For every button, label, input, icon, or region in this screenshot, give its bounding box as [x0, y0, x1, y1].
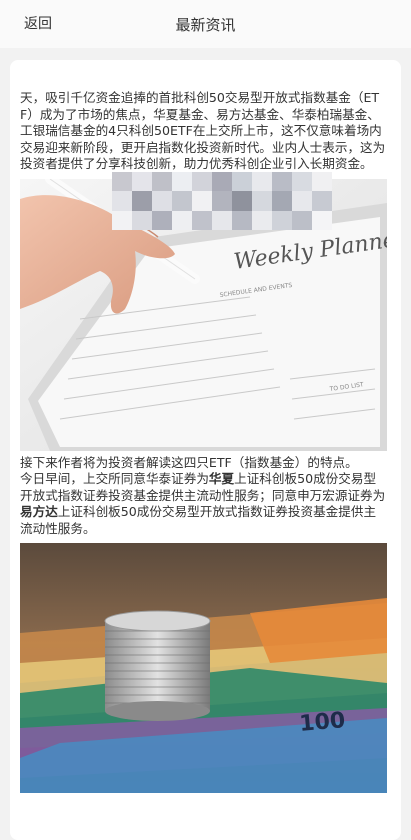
banknote-number-text: 100	[298, 708, 346, 737]
article-content: 天，吸引千亿资金追捧的首批科创50交易型开放式指数基金（ETF）成为了市场的焦点…	[20, 90, 388, 793]
article-card: 天，吸引千亿资金追捧的首批科创50交易型开放式指数基金（ETF）成为了市场的焦点…	[10, 60, 401, 840]
article-paragraph-3: 今日早间，上交所同意华泰证券为华夏上证科创板50成份交易型开放式指数证券投资基金…	[20, 471, 386, 536]
article-paragraph-2: 接下来作者将为投资者解读这四只ETF（指数基金）的特点。	[20, 454, 358, 470]
coins-banknotes-photo: 100	[20, 543, 387, 793]
blurred-mosaic	[112, 172, 332, 230]
back-button[interactable]: 返回	[24, 0, 52, 48]
article-paragraph-1: 天，吸引千亿资金追捧的首批科创50交易型开放式指数基金（ETF）成为了市场的焦点…	[20, 90, 386, 171]
page-title: 最新资讯	[175, 15, 236, 34]
top-bar: 返回 最新资讯	[0, 0, 411, 48]
